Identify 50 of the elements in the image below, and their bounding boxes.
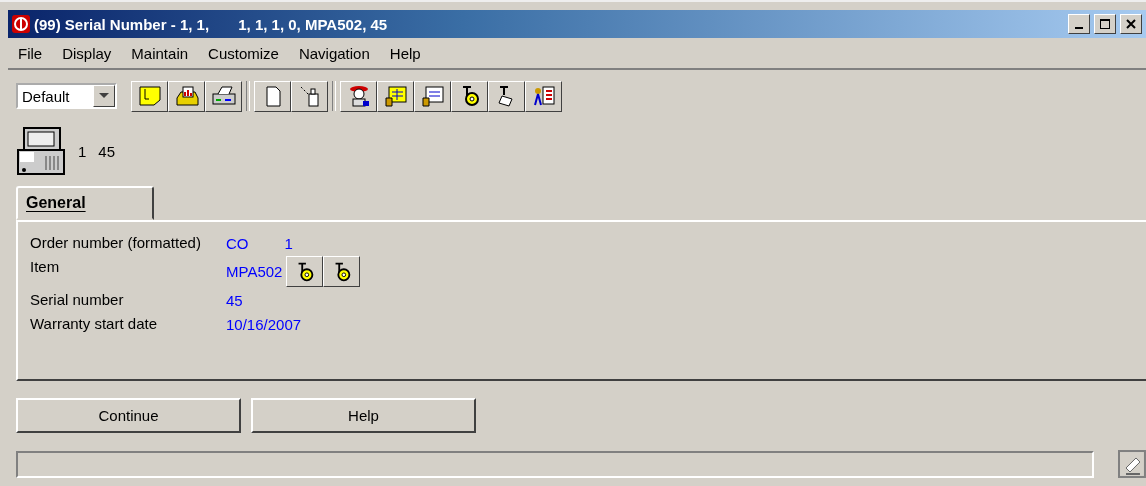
field-value: 1 <box>284 234 293 252</box>
toolbar-button[interactable] <box>377 80 414 112</box>
toolbar-button[interactable] <box>131 80 168 112</box>
caret-icon <box>99 93 109 99</box>
printer-icon <box>210 84 237 108</box>
toolbar-button[interactable] <box>205 80 242 112</box>
field-label: Item <box>30 257 61 275</box>
menu-item[interactable]: Display <box>52 44 122 62</box>
grid-hand-icon <box>382 84 409 108</box>
lookup-button[interactable] <box>286 256 324 287</box>
minimize-button[interactable] <box>1068 14 1090 34</box>
field-label: Order number (formatted) <box>30 233 202 251</box>
eraser-icon[interactable] <box>1118 450 1146 478</box>
view-select[interactable]: Default <box>16 83 117 109</box>
window-title: (99) Serial Number - 1, 1, 1, 1, 1, 0, MPA502, 45 <box>34 15 389 33</box>
close-icon <box>1126 19 1136 29</box>
toolbar-button[interactable] <box>254 80 291 112</box>
form-hand-icon <box>419 84 446 108</box>
field-label: Serial number <box>30 290 125 308</box>
toolbar-button[interactable] <box>291 80 328 112</box>
lookup-button[interactable] <box>323 256 361 287</box>
toolbar-button[interactable] <box>340 80 377 112</box>
help-button[interactable]: Help <box>251 398 476 433</box>
field-label: Warranty start date <box>30 314 158 332</box>
toolbar-button[interactable] <box>168 80 205 112</box>
toolbar-button[interactable] <box>414 80 451 112</box>
menu-item[interactable]: Customize <box>198 44 289 62</box>
field-value: CO <box>226 234 249 252</box>
minimize-icon <box>1075 27 1083 29</box>
menu-item[interactable]: Maintain <box>121 44 199 62</box>
note-icon <box>136 84 163 108</box>
continue-button[interactable]: Continue <box>16 398 241 433</box>
field-value: 45 <box>226 291 243 309</box>
toolbar-button[interactable] <box>488 80 525 112</box>
toolbar-button[interactable] <box>451 80 488 112</box>
serial-device-icon <box>16 126 66 176</box>
maximize-icon <box>1100 19 1110 29</box>
toolbar-button[interactable] <box>525 80 562 112</box>
close-button[interactable] <box>1120 14 1142 34</box>
maximize-button[interactable] <box>1094 14 1116 34</box>
menu-item[interactable]: File <box>8 44 53 62</box>
tab[interactable]: General <box>16 186 154 220</box>
menu-item[interactable]: Navigation <box>288 44 380 62</box>
menu-item[interactable]: Help <box>379 44 431 62</box>
field-value: 10/16/2007 <box>226 315 302 333</box>
header-value: 45 <box>98 142 116 160</box>
chart-tray-icon <box>173 84 200 108</box>
app-logo-icon <box>12 15 30 33</box>
header-value: 1 <box>78 142 87 160</box>
field-value: MPA502 <box>226 263 283 280</box>
